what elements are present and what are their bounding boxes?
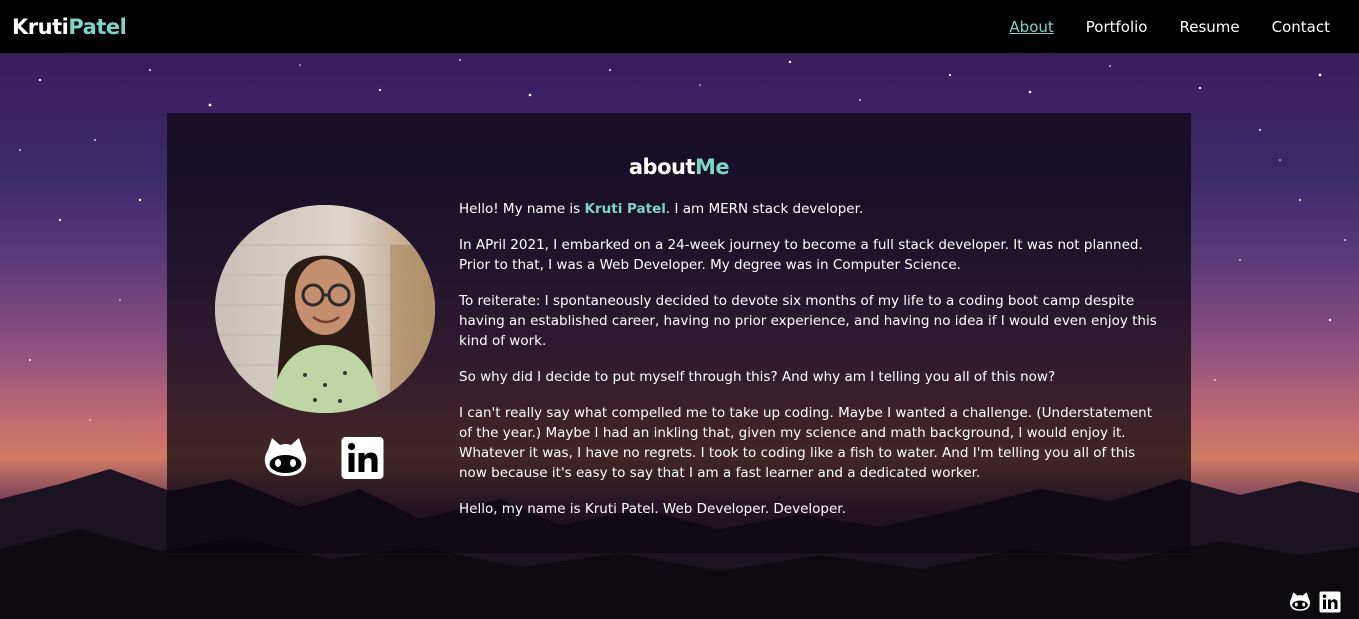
bio-paragraph-3: To reiterate: I spontaneously decided to… [459, 293, 1157, 349]
bio-paragraph-4: So why did I decide to put myself throug… [459, 369, 1056, 385]
brand-first-name: Kruti [12, 14, 69, 39]
nav-item-resume[interactable]: Resume [1180, 18, 1240, 36]
nav-item-contact[interactable]: Contact [1272, 18, 1330, 36]
nav-item-about[interactable]: About [1009, 18, 1053, 36]
bio-intro-prefix: Hello! My name is [459, 201, 585, 217]
main-nav: About Portfolio Resume Contact [1009, 18, 1347, 36]
bio-paragraph-2: In APril 2021, I embarked on a 24-week j… [459, 237, 1143, 273]
section-title: aboutMe [167, 155, 1191, 179]
bio-intro-suffix: . I am MERN stack developer. [665, 201, 864, 217]
bio-paragraph-intro: Hello! My name is Kruti Patel. I am MERN… [459, 199, 1159, 219]
bio-paragraph-6: Hello, my name is Kruti Patel. Web Devel… [459, 501, 846, 517]
bio-paragraph-5: I can't really say what compelled me to … [459, 405, 1153, 481]
github-icon[interactable] [263, 436, 308, 480]
section-title-me: Me [694, 155, 730, 179]
footer-linkedin-icon[interactable] [1319, 591, 1341, 613]
brand-logo[interactable]: KrutiPatel [12, 14, 127, 39]
section-title-about: about [628, 155, 696, 179]
bio-intro-name: Kruti Patel [584, 201, 666, 217]
footer-github-icon[interactable] [1289, 591, 1311, 613]
footer-social-links [1289, 591, 1341, 613]
linkedin-icon[interactable] [340, 436, 385, 480]
profile-photo [215, 205, 435, 413]
social-links [263, 436, 385, 480]
nav-item-portfolio[interactable]: Portfolio [1086, 18, 1148, 36]
bio-text: Hello! My name is Kruti Patel. I am MERN… [459, 199, 1159, 535]
top-navbar: KrutiPatel About Portfolio Resume Contac… [0, 0, 1359, 53]
about-panel: aboutMe Hello! My name is Kruti Patel. I… [167, 113, 1191, 553]
brand-last-name: Patel [68, 14, 127, 39]
